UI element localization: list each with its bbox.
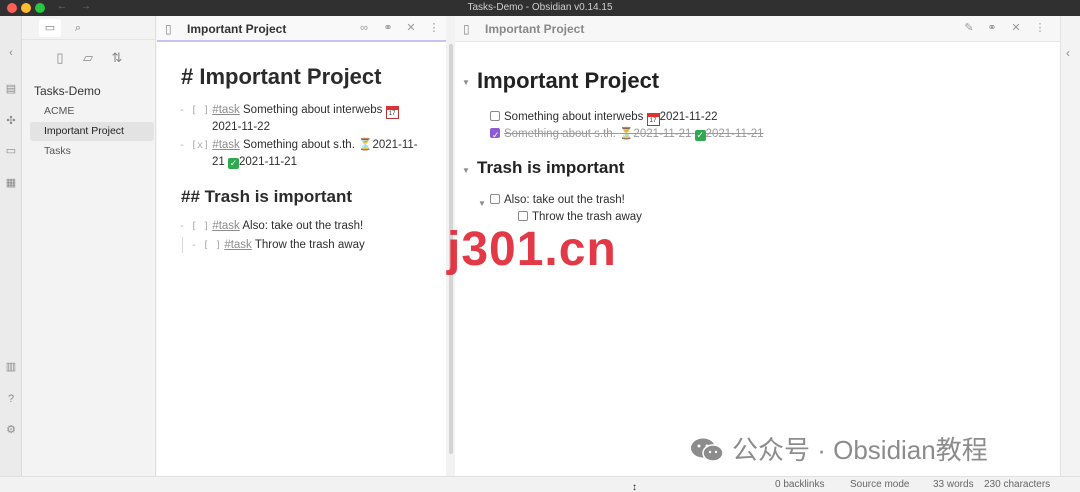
pane-tab-title[interactable]: Important Project (187, 22, 286, 36)
templates-icon[interactable]: ▦ (4, 176, 18, 190)
folder-tab-icon[interactable]: ▭ (39, 19, 61, 37)
status-word-count: 33 words (933, 479, 974, 490)
task-text: Something about s.th. (504, 128, 616, 140)
task-checkbox[interactable] (518, 211, 528, 221)
new-folder-icon[interactable]: ▱ (80, 50, 96, 66)
task-tag[interactable]: #task (212, 139, 240, 151)
preview-task-2[interactable]: Something about s.th. ⏳2021-11-21 ✓2021-… (490, 126, 764, 144)
task-line-2-cont: 21 ✓ 2021-11-21 (212, 154, 297, 171)
new-note-icon[interactable]: ▯ (52, 50, 68, 66)
title-bar: ←→ Tasks-Demo - Obsidian v0.14.15 (0, 0, 1080, 16)
task-line-1-date: 2021-11-22 (212, 121, 270, 133)
window-title: Tasks-Demo - Obsidian v0.14.15 (467, 2, 613, 13)
fold-toggle-icon[interactable]: ▼ (462, 78, 470, 87)
done-checkmark-icon: ✓ (228, 158, 239, 169)
open-vault-icon[interactable]: ▥ (4, 360, 18, 374)
expand-right-sidebar-icon[interactable]: ‹ (1066, 46, 1070, 60)
heading-1-source[interactable]: # Important Project (181, 64, 381, 90)
file-icon: ▯ (165, 22, 172, 36)
task-line-2[interactable]: - [x] #task Something about s.th. ⏳2021-… (179, 137, 418, 154)
indent-guide (182, 237, 183, 253)
heading-2-source[interactable]: ## Trash is important (181, 187, 352, 207)
task-text: Something about interwebs (243, 104, 383, 116)
task-due-date: 2021-11-22 (659, 111, 718, 123)
due-date-calendar-icon: 17 (646, 113, 660, 126)
task-tag[interactable]: #task (212, 220, 240, 232)
fold-toggle-icon[interactable]: ▼ (462, 166, 470, 175)
task-text: Also: take out the trash! (242, 220, 364, 232)
task-tag[interactable]: #task (212, 104, 240, 116)
link-icon[interactable]: ⚭ (381, 21, 395, 35)
sort-icon[interactable]: ⇅ (109, 50, 125, 66)
scheduled-hourglass-icon: ⏳ (358, 139, 373, 151)
sidebar-tabs: ▭ ⌕ (22, 16, 155, 40)
heading-1-preview: Important Project (477, 68, 660, 93)
task-done-date: 2021-11-21 (705, 128, 764, 140)
file-item-important-project[interactable]: Important Project (30, 122, 154, 141)
task-checkbox[interactable] (490, 194, 500, 204)
status-char-count: 230 characters (984, 479, 1051, 490)
link-icon[interactable]: ⚭ (985, 21, 999, 35)
task-tag[interactable]: #task (224, 239, 252, 251)
file-icon: ▯ (463, 22, 470, 36)
pane-tab-title[interactable]: Important Project (485, 22, 584, 36)
watermark-text: j301.cn (447, 223, 617, 276)
file-explorer: ▭ ⌕ ▯ ▱ ⇅ Tasks-Demo ACME Important Proj… (22, 16, 156, 476)
task-marker: - [ ] (191, 240, 222, 251)
scheduled-hourglass-icon: ⏳ (619, 128, 634, 140)
left-ribbon: ‹ ▤ ✣ ▭ ▦ ▥ ? ⚙ (0, 16, 22, 476)
preview-task-1[interactable]: Something about interwebs 17 2021-11-22 (490, 109, 718, 126)
task-scheduled-date-cont: 21 (212, 156, 225, 168)
task-text: Also: take out the trash! (504, 194, 625, 206)
editor-pane-source: ▯ Important Project ∞ ⚭ ✕ ⋮ # Important … (157, 16, 446, 476)
task-line-1[interactable]: - [ ] #task Something about interwebs 17 (179, 102, 399, 119)
edit-pencil-icon[interactable]: ✎ (962, 21, 976, 35)
file-item-tasks[interactable]: Tasks (30, 142, 154, 161)
mouse-cursor-icon: ↕ (632, 482, 637, 492)
task-marker: - [ ] (179, 105, 210, 116)
fold-list-icon[interactable]: ▼ (478, 199, 486, 208)
search-icon[interactable]: ⌕ (67, 19, 89, 37)
more-options-icon[interactable]: ⋮ (1033, 21, 1047, 35)
task-checkbox[interactable] (490, 111, 500, 121)
task-checkbox-checked[interactable] (490, 127, 500, 144)
vault-name[interactable]: Tasks-Demo (34, 84, 101, 98)
task-done-date: 2021-11-21 (239, 156, 297, 168)
task-marker: - [ ] (179, 221, 210, 232)
pane-header: ▯ Important Project ✎ ⚭ ✕ ⋮ (455, 16, 1060, 42)
preview-task-3[interactable]: Also: take out the trash! (490, 192, 625, 209)
task-scheduled-date: 2021-11- (372, 139, 418, 151)
task-text: Something about s.th. (243, 139, 355, 151)
task-text: Throw the trash away (254, 239, 365, 251)
task-scheduled-date: 2021-11-21 (633, 128, 692, 140)
task-line-4[interactable]: - [ ] #task Throw the trash away (191, 237, 365, 254)
task-line-3[interactable]: - [ ] #task Also: take out the trash! (179, 218, 363, 235)
wechat-logo-icon (691, 438, 724, 462)
status-bar: 0 backlinks Source mode 33 words 230 cha… (0, 476, 1080, 492)
close-pane-icon[interactable]: ✕ (1009, 21, 1023, 35)
pane-header: ▯ Important Project ∞ ⚭ ✕ ⋮ (157, 16, 446, 42)
graph-view-icon[interactable]: ✣ (4, 114, 18, 128)
task-text: Something about interwebs (504, 111, 644, 123)
wechat-watermark-text: 公众号 · Obsidian教程 (732, 435, 988, 465)
reading-view-icon[interactable]: ∞ (357, 21, 371, 35)
close-pane-icon[interactable]: ✕ (404, 21, 418, 35)
right-ribbon: ‹ (1060, 16, 1080, 476)
open-quick-switcher-icon[interactable]: ▤ (4, 82, 18, 96)
file-item-acme[interactable]: ACME (30, 102, 154, 121)
heading-2-preview: Trash is important (477, 158, 625, 177)
help-icon[interactable]: ? (4, 392, 18, 406)
settings-gear-icon[interactable]: ⚙ (4, 423, 18, 437)
more-options-icon[interactable]: ⋮ (427, 21, 441, 35)
done-checkmark-icon: ✓ (694, 130, 706, 141)
task-marker: - [x] (179, 140, 210, 151)
collapse-sidebar-icon[interactable]: ‹ (4, 46, 18, 60)
daily-note-icon[interactable]: ▭ (4, 144, 18, 158)
due-date-calendar-icon: 17 (385, 106, 399, 119)
status-editor-mode[interactable]: Source mode (850, 479, 909, 490)
wechat-watermark: 公众号 · Obsidian教程 (690, 430, 988, 467)
status-backlinks[interactable]: 0 backlinks (775, 479, 824, 490)
